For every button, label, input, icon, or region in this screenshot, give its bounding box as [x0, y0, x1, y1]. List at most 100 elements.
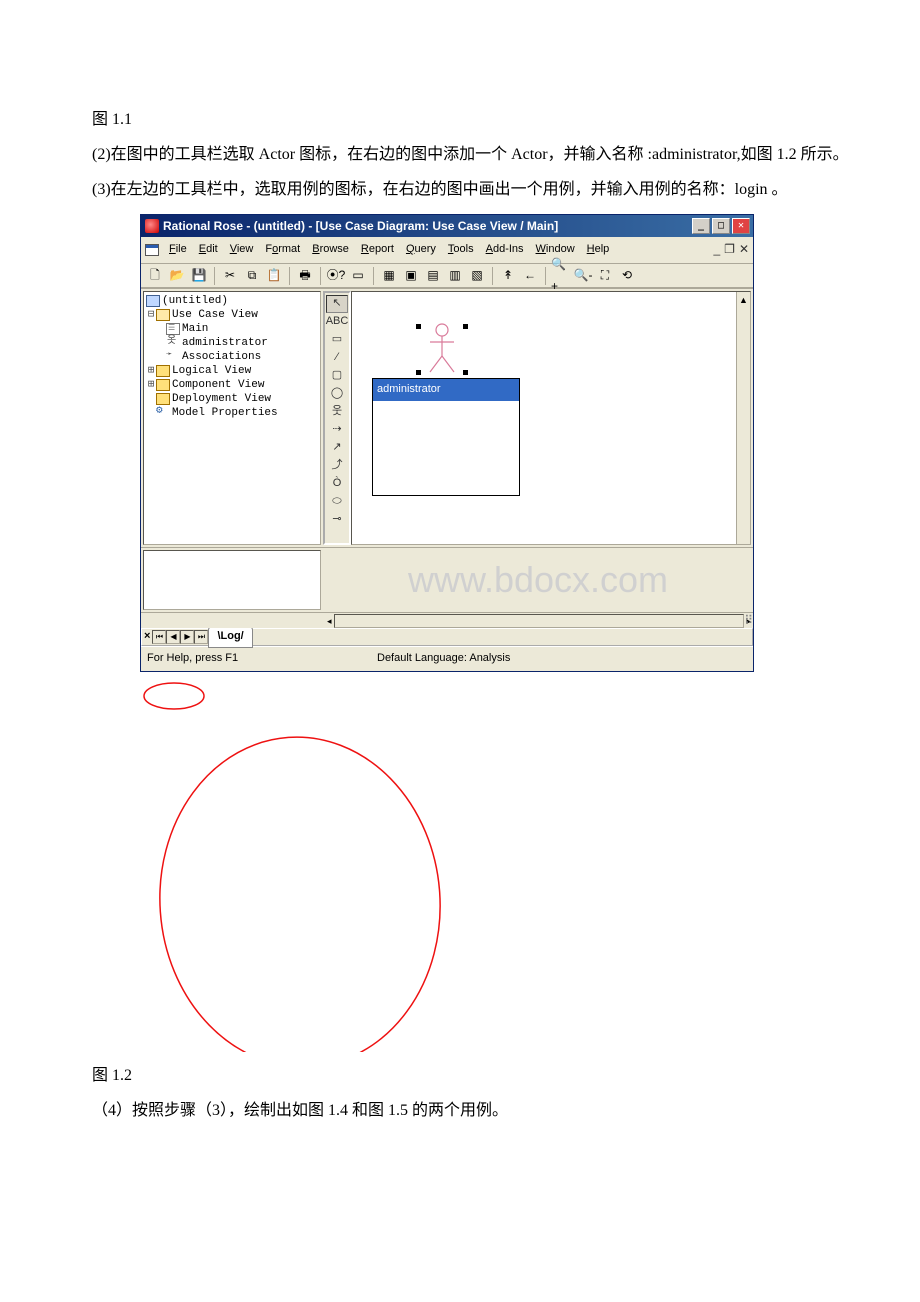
log-next-button[interactable]: ▶	[180, 630, 194, 644]
palette-pointer[interactable]: ↖	[326, 295, 348, 313]
browser-tree[interactable]: (untitled) ⊟Use Case View Main administr…	[143, 291, 321, 545]
palette-anchor[interactable]: ⁄	[326, 349, 348, 367]
browse-state-button[interactable]: ▥	[445, 267, 465, 285]
tree-main-diagram[interactable]: Main	[146, 322, 318, 336]
tree-deployment-view[interactable]: Deployment View	[146, 392, 318, 406]
actor-icon	[422, 322, 462, 374]
context-help-button[interactable]: ⦿?	[326, 267, 346, 285]
screenshot-figure: Rational Rose - (untitled) - [Use Case D…	[140, 214, 860, 672]
menu-report[interactable]: Report	[355, 239, 400, 261]
selection-handle[interactable]	[416, 370, 421, 375]
menu-view[interactable]: View	[224, 239, 260, 261]
fit-window-button[interactable]: ⛶	[595, 267, 615, 285]
tree-root[interactable]: (untitled)	[146, 294, 318, 308]
parent-button[interactable]: ↟	[498, 267, 518, 285]
palette-actor[interactable]: 웃	[326, 403, 348, 421]
paragraph-2: (2)在图中的工具栏选取 Actor 图标，在右边的图中添加一个 Actor，并…	[60, 141, 860, 170]
log-close-button[interactable]: ×	[144, 627, 150, 647]
save-button[interactable]: 💾	[189, 267, 209, 285]
log-first-button[interactable]: ⏮	[152, 630, 166, 644]
zoom-in-button[interactable]: 🔍+	[551, 267, 571, 285]
titlebar[interactable]: Rational Rose - (untitled) - [Use Case D…	[141, 215, 753, 237]
spec-dialog[interactable]: administrator	[372, 378, 520, 496]
watermark-text: www.bdocx.com	[323, 548, 753, 612]
selection-handle[interactable]	[416, 324, 421, 329]
paragraph-3: (3)在左边的工具栏中，选取用例的图标，在右边的图中画出一个用例，并输入用例的名…	[60, 176, 860, 205]
menu-format[interactable]: Format	[259, 239, 306, 261]
menu-tools[interactable]: Tools	[442, 239, 480, 261]
menu-help[interactable]: Help	[581, 239, 616, 261]
app-icon	[145, 219, 159, 233]
tree-component-view[interactable]: ⊞Component View	[146, 378, 318, 392]
palette-package[interactable]: ▢	[326, 367, 348, 385]
minimize-button[interactable]: _	[692, 218, 710, 234]
palette-note[interactable]: ▭	[326, 331, 348, 349]
log-tab[interactable]: \Log/	[208, 626, 252, 648]
doc-pane-row: www.bdocx.com	[141, 548, 753, 612]
menu-addins[interactable]: Add-Ins	[480, 239, 530, 261]
menubar: File Edit View Format Browse Report Quer…	[141, 237, 753, 264]
back-button[interactable]: ←	[520, 267, 540, 285]
zoom-out-button[interactable]: 🔍-	[573, 267, 593, 285]
window-title: Rational Rose - (untitled) - [Use Case D…	[163, 216, 558, 238]
cut-button[interactable]: ✂	[220, 267, 240, 285]
tree-actor-administrator[interactable]: administrator	[146, 336, 318, 350]
caption-fig-1-2: 图 1.2	[60, 1062, 860, 1091]
menu-query[interactable]: Query	[400, 239, 442, 261]
palette-state[interactable]: ⬭	[326, 493, 348, 511]
status-language-text: Default Language: Analysis	[377, 649, 747, 669]
menu-file[interactable]: File	[163, 239, 193, 261]
status-help-text: For Help, press F1	[147, 649, 377, 669]
palette-generalization[interactable]: ⤴	[326, 457, 348, 475]
log-pane: × ⏮ ◀ ▶ ⏭ \Log/	[141, 628, 753, 646]
resize-gripper-icon[interactable]: ⠿	[744, 610, 753, 632]
scroll-left-button[interactable]: ◂	[327, 613, 332, 629]
spec-dialog-header: administrator	[373, 379, 519, 401]
selection-handle[interactable]	[463, 324, 468, 329]
mdi-close-button[interactable]: ✕	[739, 239, 749, 261]
open-button[interactable]: 📂	[167, 267, 187, 285]
palette-hstate[interactable]: ⊸	[326, 511, 348, 529]
mdi-system-icon[interactable]	[145, 244, 159, 256]
toggle-doc-button[interactable]: ▭	[348, 267, 368, 285]
palette-assoc-class[interactable]: Ò	[326, 475, 348, 493]
palette-dependency[interactable]: ↗	[326, 439, 348, 457]
maximize-button[interactable]: □	[712, 218, 730, 234]
vertical-scrollbar[interactable]	[736, 292, 750, 544]
copy-button[interactable]: ⧉	[242, 267, 262, 285]
tree-usecase-view[interactable]: ⊟Use Case View	[146, 308, 318, 322]
tree-associations[interactable]: Associations	[146, 350, 318, 364]
menu-edit[interactable]: Edit	[193, 239, 224, 261]
red-ellipse-annotations	[140, 682, 500, 1052]
statusbar: For Help, press F1 Default Language: Ana…	[141, 646, 753, 671]
paste-button[interactable]: 📋	[264, 267, 284, 285]
toolbar: 🗋 📂 💾 ✂ ⧉ 📋 🖶 ⦿? ▭ ▦ ▣ ▤ ▥ ▧ ↟ ← 🔍+ 🔍- ⛶	[141, 264, 753, 288]
new-button[interactable]: 🗋	[145, 267, 165, 285]
selection-handle[interactable]	[463, 370, 468, 375]
menu-browse[interactable]: Browse	[306, 239, 355, 261]
workspace: (untitled) ⊟Use Case View Main administr…	[141, 288, 753, 548]
tree-logical-view[interactable]: ⊞Logical View	[146, 364, 318, 378]
palette-uni-association[interactable]: ⇢	[326, 421, 348, 439]
palette-usecase[interactable]: ◯	[326, 385, 348, 403]
tree-model-properties[interactable]: Model Properties	[146, 406, 318, 420]
caption-fig-1-1: 图 1.1	[60, 106, 860, 135]
browse-interaction-button[interactable]: ▤	[423, 267, 443, 285]
browse-deployment-button[interactable]: ▧	[467, 267, 487, 285]
close-button[interactable]: ✕	[732, 218, 750, 234]
browse-component-button[interactable]: ▣	[401, 267, 421, 285]
undo-fit-button[interactable]: ⟲	[617, 267, 637, 285]
canvas-horizontal-scroll: ◂ ▸ ⠿	[141, 612, 753, 628]
paragraph-4: （4）按照步骤（3），绘制出如图 1.4 和图 1.5 的两个用例。	[60, 1097, 860, 1126]
mdi-minimize-button[interactable]: _	[713, 239, 720, 261]
log-prev-button[interactable]: ◀	[166, 630, 180, 644]
mdi-restore-button[interactable]: ❐	[724, 239, 735, 261]
browse-class-button[interactable]: ▦	[379, 267, 399, 285]
tool-palette: ↖ ABC ▭ ⁄ ▢ ◯ 웃 ⇢ ↗ ⤴ Ò ⬭ ⊸	[323, 291, 351, 545]
diagram-canvas[interactable]: administrator administrator	[351, 291, 751, 545]
print-button[interactable]: 🖶	[295, 267, 315, 285]
log-last-button[interactable]: ⏭	[194, 630, 208, 644]
palette-text[interactable]: ABC	[326, 313, 348, 331]
documentation-pane[interactable]	[143, 550, 321, 610]
horizontal-scrollbar[interactable]	[334, 614, 745, 628]
